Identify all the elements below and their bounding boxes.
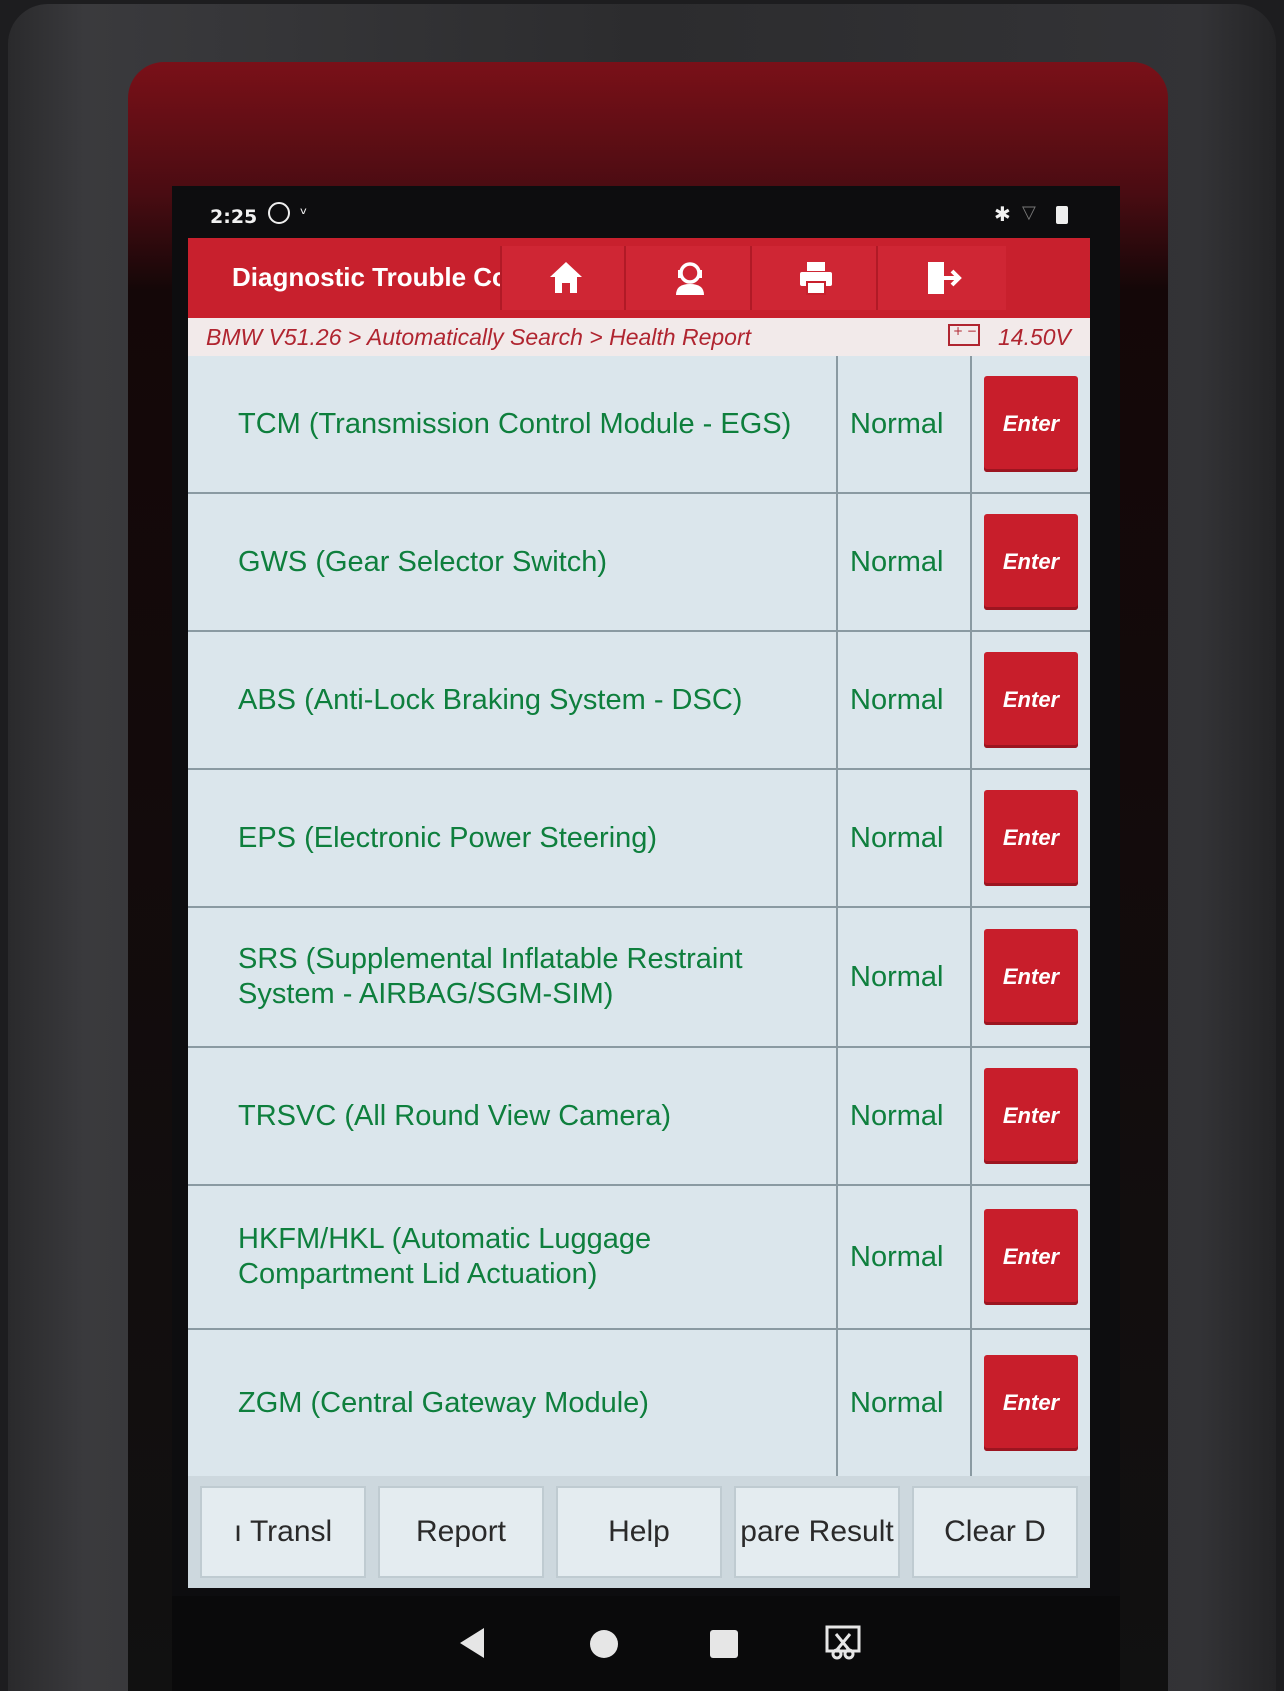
back-icon[interactable] xyxy=(460,1628,484,1658)
table-row: SRS (Supplemental Inflatable Restraint S… xyxy=(188,908,1090,1048)
home-button[interactable] xyxy=(500,246,630,310)
module-status: Normal xyxy=(838,770,972,906)
status-stethoscope-icon: ᵛ xyxy=(300,204,308,225)
module-status: Normal xyxy=(838,1048,972,1184)
module-name: ABS (Anti-Lock Braking System - DSC) xyxy=(188,632,838,768)
table-row: TRSVC (All Round View Camera) Normal Ent… xyxy=(188,1048,1090,1186)
module-name: SRS (Supplemental Inflatable Restraint S… xyxy=(188,908,838,1046)
system-nav-bar xyxy=(172,1596,1120,1691)
enter-button[interactable]: Enter xyxy=(984,1068,1078,1164)
module-name: TRSVC (All Round View Camera) xyxy=(188,1048,838,1184)
breadcrumb: BMW V51.26 > Automatically Search > Heal… xyxy=(188,318,1090,356)
module-name: TCM (Transmission Control Module - EGS) xyxy=(188,356,838,492)
screenshot-icon[interactable] xyxy=(824,1624,862,1662)
report-button[interactable]: Report xyxy=(378,1486,544,1578)
module-status: Normal xyxy=(838,632,972,768)
home-circle-icon[interactable] xyxy=(590,1630,618,1658)
table-row: EPS (Electronic Power Steering) Normal E… xyxy=(188,770,1090,908)
exit-icon xyxy=(928,262,962,294)
enter-button[interactable]: Enter xyxy=(984,929,1078,1025)
module-name: GWS (Gear Selector Switch) xyxy=(188,494,838,630)
battery-voltage: 14.50V xyxy=(998,324,1071,350)
clear-dtc-button[interactable]: Clear D xyxy=(912,1486,1078,1578)
enter-button[interactable]: Enter xyxy=(984,1209,1078,1305)
table-row: TCM (Transmission Control Module - EGS) … xyxy=(188,356,1090,494)
module-status: Normal xyxy=(838,908,972,1046)
module-status: Normal xyxy=(838,356,972,492)
help-button[interactable]: Help xyxy=(556,1486,722,1578)
table-row: ZGM (Central Gateway Module) Normal Ente… xyxy=(188,1330,1090,1476)
home-icon xyxy=(550,262,582,293)
print-button[interactable] xyxy=(750,246,880,310)
printer-icon xyxy=(800,262,832,295)
module-name: HKFM/HKL (Automatic Luggage Compartment … xyxy=(188,1186,838,1328)
status-bar: 2:25 ᵛ ✱ ▽ xyxy=(172,192,1120,236)
enter-button[interactable]: Enter xyxy=(984,514,1078,610)
status-settings-icon xyxy=(268,202,290,224)
page-title: Diagnostic Trouble Cc xyxy=(232,262,507,292)
module-table: TCM (Transmission Control Module - EGS) … xyxy=(188,356,1090,1476)
module-name: EPS (Electronic Power Steering) xyxy=(188,770,838,906)
support-button[interactable] xyxy=(624,246,754,310)
enter-button[interactable]: Enter xyxy=(984,790,1078,886)
breadcrumb-path: BMW V51.26 > Automatically Search > Heal… xyxy=(206,324,752,350)
module-status: Normal xyxy=(838,1186,972,1328)
table-row: ABS (Anti-Lock Braking System - DSC) Nor… xyxy=(188,632,1090,770)
recent-apps-icon[interactable] xyxy=(710,1630,738,1658)
table-row: GWS (Gear Selector Switch) Normal Enter xyxy=(188,494,1090,632)
translate-button[interactable]: ı Transl xyxy=(200,1486,366,1578)
module-status: Normal xyxy=(838,494,972,630)
battery-voltage-icon xyxy=(948,324,980,346)
battery-icon xyxy=(1056,206,1068,224)
enter-button[interactable]: Enter xyxy=(984,652,1078,748)
status-time: 2:25 xyxy=(210,206,258,228)
compare-result-button[interactable]: pare Result xyxy=(734,1486,900,1578)
table-row: HKFM/HKL (Automatic Luggage Compartment … xyxy=(188,1186,1090,1330)
support-agent-icon xyxy=(676,262,704,295)
bluetooth-icon: ✱ xyxy=(994,202,1011,226)
exit-button[interactable] xyxy=(876,246,1006,310)
module-name: ZGM (Central Gateway Module) xyxy=(188,1330,838,1476)
enter-button[interactable]: Enter xyxy=(984,376,1078,472)
enter-button[interactable]: Enter xyxy=(984,1355,1078,1451)
wifi-icon: ▽ xyxy=(1022,202,1036,223)
bottom-toolbar: ı Transl Report Help pare Result Clear D xyxy=(188,1476,1090,1588)
module-status: Normal xyxy=(838,1330,972,1476)
app-header: Diagnostic Trouble Cc xyxy=(188,238,1090,318)
